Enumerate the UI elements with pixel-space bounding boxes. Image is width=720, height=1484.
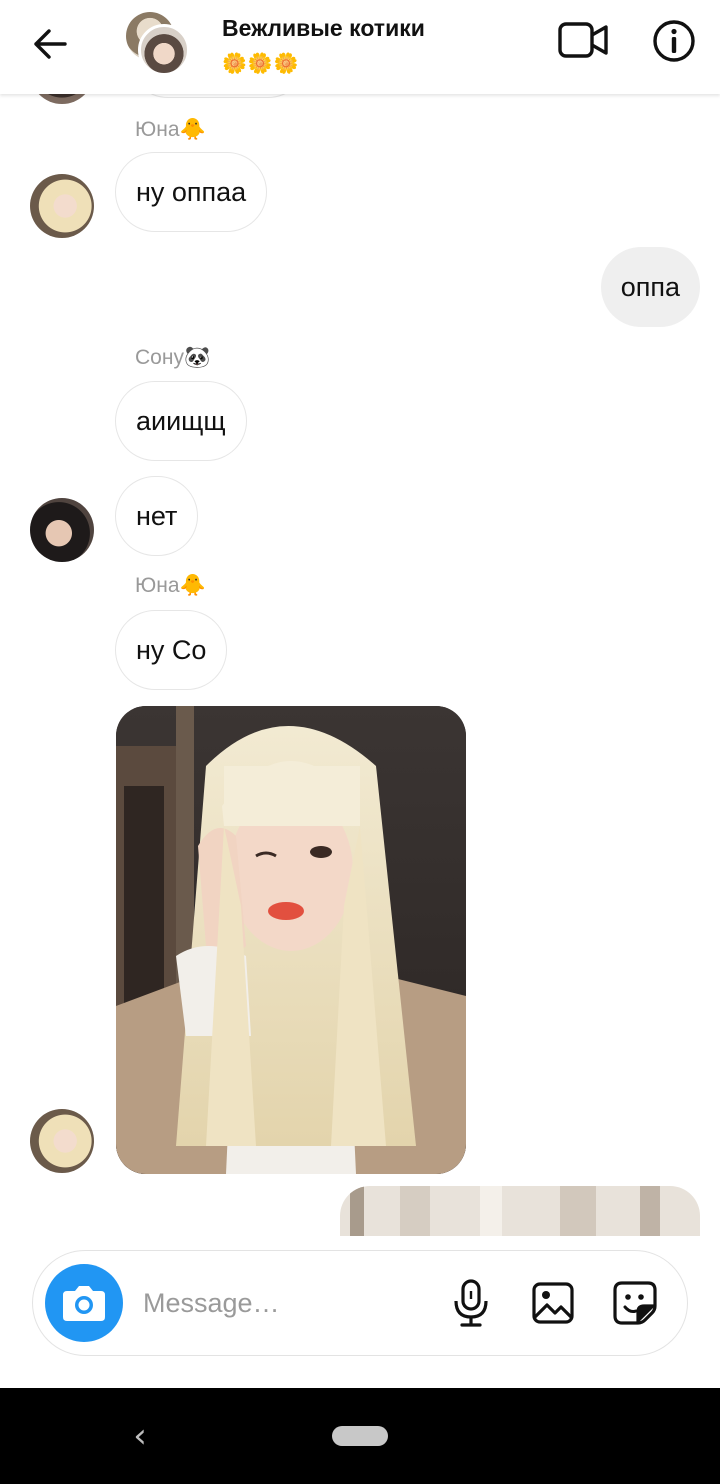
message-bubble[interactable]: аиищщ <box>115 381 247 461</box>
gallery-button[interactable] <box>529 1279 577 1327</box>
gallery-icon <box>532 1282 574 1324</box>
message-bubble-partial <box>128 94 308 98</box>
avatar-yuna[interactable] <box>30 174 94 238</box>
message-bubble[interactable]: ну оппаа <box>115 152 268 232</box>
message-input[interactable] <box>143 1281 443 1325</box>
nav-back-button[interactable]: ‹ <box>124 1412 156 1460</box>
room-photo <box>340 1186 700 1236</box>
microphone-icon <box>454 1279 488 1327</box>
system-navigation-bar: ‹ <box>0 1388 720 1484</box>
message-list[interactable]: Юна🐥 ну оппаа оппа Сону🐼 аиищщ нет Юна🐥 … <box>0 94 720 1236</box>
sender-name: Юна🐥 <box>135 574 206 597</box>
sender-name: Сону🐼 <box>135 346 211 369</box>
sender-name: Юна🐥 <box>135 118 206 141</box>
message-bubble-outgoing[interactable]: оппа <box>600 247 700 327</box>
photo-message[interactable] <box>116 706 466 1174</box>
back-button[interactable] <box>24 20 76 68</box>
back-arrow-icon <box>34 29 67 59</box>
microphone-button[interactable] <box>447 1279 495 1327</box>
sticker-button[interactable] <box>611 1279 659 1327</box>
chat-subtitle: 🌼🌼🌼 <box>222 53 300 75</box>
group-avatar-front <box>138 24 190 76</box>
avatar <box>30 94 94 104</box>
chat-title[interactable]: Вежливые котики <box>222 15 425 42</box>
avatar-yuna[interactable] <box>30 1109 94 1173</box>
photo-message-outgoing[interactable] <box>340 1186 700 1236</box>
chat-header: Вежливые котики 🌼🌼🌼 <box>0 0 720 94</box>
info-icon <box>653 20 695 62</box>
nav-home-button[interactable] <box>332 1426 388 1446</box>
message-bubble[interactable]: нет <box>115 476 199 556</box>
sticker-icon <box>613 1281 657 1325</box>
video-call-icon <box>558 22 608 58</box>
video-call-button[interactable] <box>556 18 612 64</box>
message-composer <box>32 1250 688 1356</box>
avatar-sonu[interactable] <box>30 498 94 562</box>
info-button[interactable] <box>650 17 698 65</box>
camera-button[interactable] <box>45 1264 123 1342</box>
message-bubble[interactable]: ну Со <box>115 610 228 690</box>
selfie-photo <box>116 706 466 1174</box>
camera-icon <box>63 1286 105 1321</box>
